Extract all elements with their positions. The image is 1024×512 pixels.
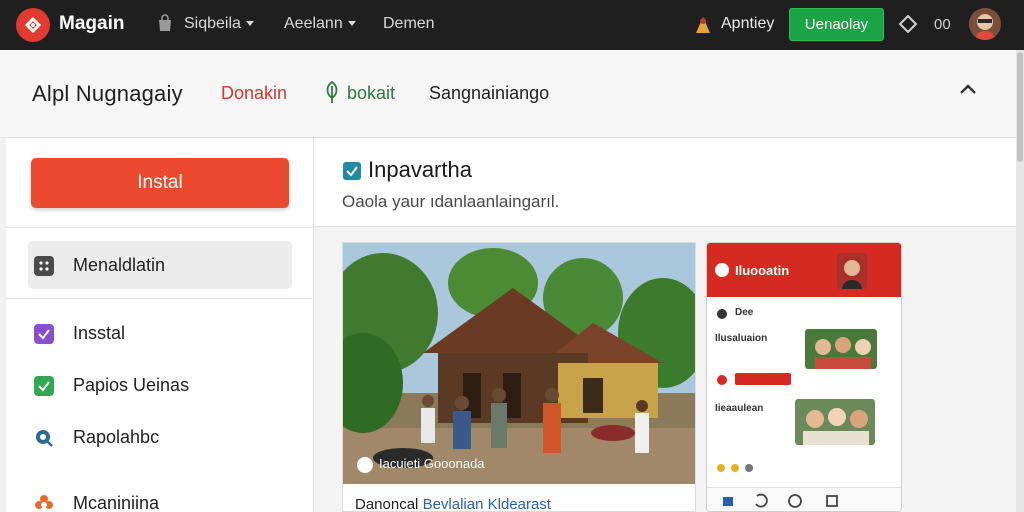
diamond-icon[interactable]	[899, 15, 917, 33]
user-name[interactable]: Apntiey	[721, 15, 774, 33]
reaction-icons	[717, 464, 753, 472]
phone-list-item[interactable]: Dee	[715, 305, 895, 325]
scrollbar-thumb[interactable]	[1017, 52, 1023, 162]
content-title: Inpavartha	[368, 157, 472, 182]
photo-caption: Danoncal Bevlalian Kldearast	[355, 496, 551, 512]
header-action-button[interactable]: Uenaolay	[789, 8, 884, 41]
store-icon	[159, 14, 171, 31]
photo-caption-prefix: Danoncal	[355, 496, 419, 512]
nav-menu-2-label: Aeelann	[284, 15, 343, 32]
flower-icon	[34, 494, 54, 512]
dot-icon	[717, 375, 727, 385]
sidebar-item-label: Papios Ueinas	[73, 375, 190, 395]
phone-header-thumb	[837, 253, 867, 289]
page-title: Alpl Nugnagaiy	[32, 81, 183, 106]
grid-icon	[34, 256, 54, 276]
sidebar-item-label: Menaldlatin	[73, 255, 166, 275]
photo-overlay-text: Iacuieti Gooonada	[379, 456, 485, 471]
divider	[6, 227, 314, 228]
tab-2[interactable]: bokait	[347, 83, 395, 104]
nav-menu-1-label: Siqbeila	[184, 15, 241, 32]
phone-nav-bar	[707, 487, 901, 512]
photo-caption-link[interactable]: Bevlalian Kldearast	[423, 496, 551, 512]
photo-overlay-caption: Iacuieti Gooonada	[357, 456, 485, 473]
sidebar-item-label: Mcaniniina	[73, 493, 160, 512]
user-badge-icon	[696, 17, 710, 33]
content-subtitle: Oaola yaur ıdanlaanlaingarıl.	[342, 192, 560, 211]
phone-row-label: Dee	[735, 307, 754, 318]
nav-menu-1[interactable]: Siqbeila	[184, 15, 254, 33]
phone-title: Iluooatin	[735, 263, 790, 278]
avatar[interactable]	[969, 8, 1001, 40]
nav-menu-2[interactable]: Aeelann	[284, 15, 356, 33]
phone-row-label: Ilusaluaion	[715, 333, 768, 344]
people-thumbnail	[795, 399, 875, 445]
tab-1[interactable]: Donakin	[221, 83, 287, 104]
phone-nav-icons[interactable]	[707, 488, 901, 512]
check-box-icon	[34, 324, 54, 344]
phone-action-row[interactable]	[715, 461, 895, 479]
brand-logo-icon[interactable]	[16, 8, 50, 42]
sidebar: Instal Menaldlatin Insstal Papios Ueinas…	[6, 138, 314, 512]
notification-count[interactable]: 00	[934, 16, 951, 33]
nav-menu-3[interactable]: Demen	[383, 15, 435, 33]
phone-row-label: Iieaaulean	[715, 403, 764, 414]
chevron-down-icon	[245, 21, 254, 27]
phone-list-item[interactable]	[715, 371, 895, 391]
chevron-down-icon	[347, 21, 356, 27]
search-icon	[34, 428, 54, 448]
phone-red-tag[interactable]	[735, 373, 791, 385]
phone-preview[interactable]: Iluooatin Dee Ilusaluaion Iieaaulean	[706, 242, 902, 512]
main-content: Inpavartha Oaola yaur ıdanlaanlaingarıl.	[314, 138, 1016, 512]
media-card[interactable]: Iacuieti Gooonada Danoncal Bevlalian Kld…	[342, 242, 696, 512]
chevron-up-icon[interactable]	[958, 82, 978, 96]
info-icon	[357, 456, 373, 473]
people-thumbnail	[805, 329, 877, 369]
checkbox-checked[interactable]	[343, 162, 361, 180]
phone-logo-icon	[715, 263, 729, 277]
brand-name[interactable]: Magain	[59, 13, 124, 35]
sidebar-item-label: Rapolahbc	[73, 427, 160, 447]
install-button[interactable]: Instal	[31, 158, 289, 208]
phone-list-item[interactable]: Iieaaulean	[715, 399, 895, 457]
leaf-icon	[326, 80, 338, 103]
app-header: Alpl Nugnagaiy Donakin bokait Sangnainia…	[0, 50, 1016, 138]
village-photo	[343, 243, 695, 484]
sidebar-item-label: Insstal	[73, 323, 126, 343]
content-header: Inpavartha Oaola yaur ıdanlaanlaingarıl.	[314, 138, 1016, 227]
phone-header: Iluooatin	[707, 243, 901, 297]
check-box-icon	[34, 376, 54, 396]
tab-3[interactable]: Sangnainiango	[429, 83, 549, 104]
top-navigation-bar: Magain Siqbeila Aeelann Demen Apntiey Ue…	[0, 0, 1024, 50]
dot-icon	[717, 309, 727, 319]
divider	[6, 298, 314, 299]
